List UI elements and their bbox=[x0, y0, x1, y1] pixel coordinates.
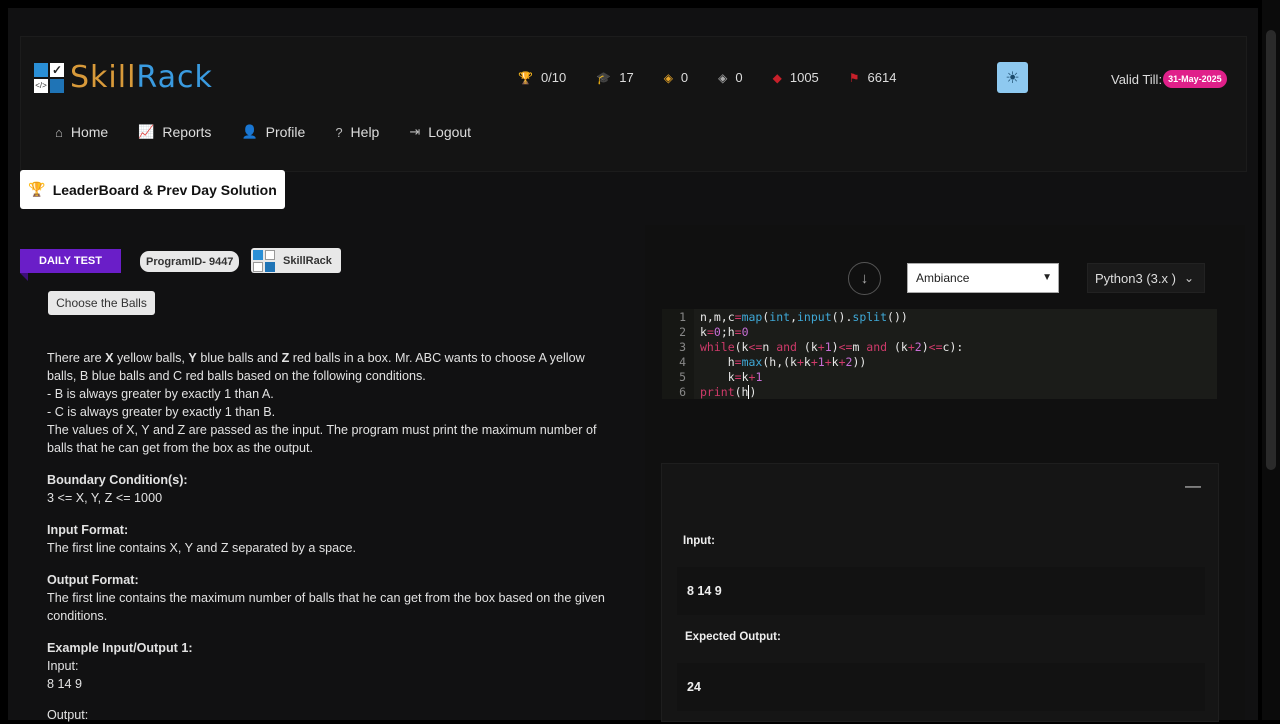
stat-rank: ⚑ 6614 bbox=[848, 70, 897, 85]
example-input-label: Input: bbox=[47, 659, 79, 673]
editor-theme-select[interactable]: Ambiance ▼ bbox=[907, 263, 1059, 293]
arrow-down-icon: ↓ bbox=[860, 270, 869, 287]
logo-icon: ✓ </> bbox=[34, 62, 64, 93]
code-line[interactable]: 4 h=max(h,(k+k+1+k+2)) bbox=[662, 355, 866, 370]
boundary-text: 3 <= X, Y, Z <= 1000 bbox=[47, 491, 163, 505]
input-value-box: 8 14 9 bbox=[677, 567, 1205, 615]
logout-icon: ⇥ bbox=[409, 124, 421, 139]
example-input-value: 8 14 9 bbox=[47, 677, 83, 691]
code-editor[interactable]: 1 n,m,c=map(int,input().split()) 2 k=0;h=0… bbox=[662, 309, 1217, 399]
theme-toggle-button[interactable]: ☀ bbox=[997, 62, 1028, 93]
chart-icon: 📈 bbox=[138, 124, 155, 139]
validity: Valid Till: 31-May-2025 bbox=[1111, 70, 1227, 88]
red-gem-icon: ◆ bbox=[772, 70, 782, 85]
user-icon: 👤 bbox=[241, 124, 258, 139]
skillrack-mini-logo-icon bbox=[253, 249, 275, 272]
scrollbar-thumb[interactable] bbox=[1266, 30, 1276, 470]
output-format-text: The first line contains the maximum numb… bbox=[47, 591, 605, 623]
problem-statement: There are X yellow balls, Y blue balls a… bbox=[47, 349, 617, 724]
collapse-icon[interactable]: — bbox=[1185, 478, 1201, 496]
stat-silver: ◈ 0 bbox=[718, 70, 743, 85]
nav-profile[interactable]: 👤 Profile bbox=[241, 124, 305, 140]
stat-points: ◆ 1005 bbox=[772, 70, 819, 85]
code-line[interactable]: 5 k=k+1 bbox=[662, 370, 762, 385]
help-icon: ? bbox=[335, 124, 343, 140]
nav-home[interactable]: ⌂ Home bbox=[55, 124, 108, 140]
trophy-icon: 🏆 bbox=[28, 181, 46, 197]
skillrack-badge: SkillRack bbox=[251, 248, 341, 273]
nav-reports[interactable]: 📈 Reports bbox=[138, 124, 211, 140]
main-nav: ⌂ Home 📈 Reports 👤 Profile ? Help ⇥ Logout bbox=[55, 124, 501, 140]
example-output-label: Output: bbox=[47, 708, 89, 722]
header-bar bbox=[20, 36, 1247, 172]
code-line[interactable]: 2 k=0;h=0 bbox=[662, 325, 748, 340]
language-select[interactable]: Python3 (3.x ) ⌄ bbox=[1087, 263, 1205, 293]
program-id-badge: ProgramID- 9447 bbox=[140, 251, 240, 272]
code-line[interactable]: 3 while(k<=n and (k+1)<=m and (k+2)<=c): bbox=[662, 340, 963, 355]
logo-text: SkillRack bbox=[70, 60, 213, 95]
sun-icon: ☀ bbox=[1005, 69, 1020, 87]
output-format-heading: Output Format: bbox=[47, 573, 139, 587]
example-heading: Example Input/Output 1: bbox=[47, 641, 193, 655]
badge-ribbon-fold bbox=[20, 273, 28, 281]
leaderboard-button[interactable]: 🏆 LeaderBoard & Prev Day Solution bbox=[20, 170, 285, 209]
code-line[interactable]: 6 print(h) bbox=[662, 385, 756, 400]
page-scrollbar[interactable] bbox=[1262, 0, 1280, 720]
boundary-heading: Boundary Condition(s): bbox=[47, 473, 188, 487]
condition-2: - C is always greater by exactly 1 than … bbox=[47, 405, 276, 419]
code-line[interactable]: 1 n,m,c=map(int,input().split()) bbox=[662, 310, 908, 325]
input-format-heading: Input Format: bbox=[47, 523, 129, 537]
trophy-icon: 🏆 bbox=[518, 70, 533, 85]
nav-help[interactable]: ? Help bbox=[335, 124, 379, 140]
valid-label: Valid Till: bbox=[1111, 71, 1163, 87]
skillrack-logo[interactable]: ✓ </> SkillRack bbox=[34, 60, 213, 95]
flag-icon: ⚑ bbox=[848, 70, 860, 85]
expected-output-label: Expected Output: bbox=[685, 631, 781, 643]
chevron-down-icon: ▼ bbox=[1042, 272, 1052, 283]
stat-gold: ◈ 0 bbox=[663, 70, 689, 85]
valid-date-badge: 31-May-2025 bbox=[1163, 70, 1227, 88]
input-label: Input: bbox=[683, 535, 715, 547]
condition-1: - B is always greater by exactly 1 than … bbox=[47, 387, 274, 401]
problem-title-button[interactable]: Choose the Balls bbox=[48, 291, 155, 315]
gold-badge-icon: ◈ bbox=[663, 70, 673, 85]
input-format-text: The first line contains X, Y and Z separ… bbox=[47, 541, 356, 555]
nav-logout[interactable]: ⇥ Logout bbox=[409, 124, 471, 140]
home-icon: ⌂ bbox=[55, 124, 63, 140]
problem-intro: There are X yellow balls, Y blue balls a… bbox=[47, 351, 585, 383]
daily-test-badge: DAILY TEST bbox=[20, 249, 121, 273]
problem-description: The values of X, Y and Z are passed as t… bbox=[47, 423, 597, 455]
stat-courses: 🎓 17 bbox=[596, 70, 634, 85]
expected-output-box: 24 bbox=[677, 663, 1205, 711]
chevron-down-icon: ⌄ bbox=[1183, 271, 1194, 285]
user-stats: 🏆 0/10 🎓 17 ◈ 0 ◈ 0 ◆ 1005 ⚑ 6614 bbox=[518, 70, 926, 85]
silver-badge-icon: ◈ bbox=[718, 70, 728, 85]
stat-trophy: 🏆 0/10 bbox=[518, 70, 567, 85]
graduation-cap-icon: 🎓 bbox=[596, 70, 612, 85]
download-button[interactable]: ↓ bbox=[848, 262, 881, 295]
